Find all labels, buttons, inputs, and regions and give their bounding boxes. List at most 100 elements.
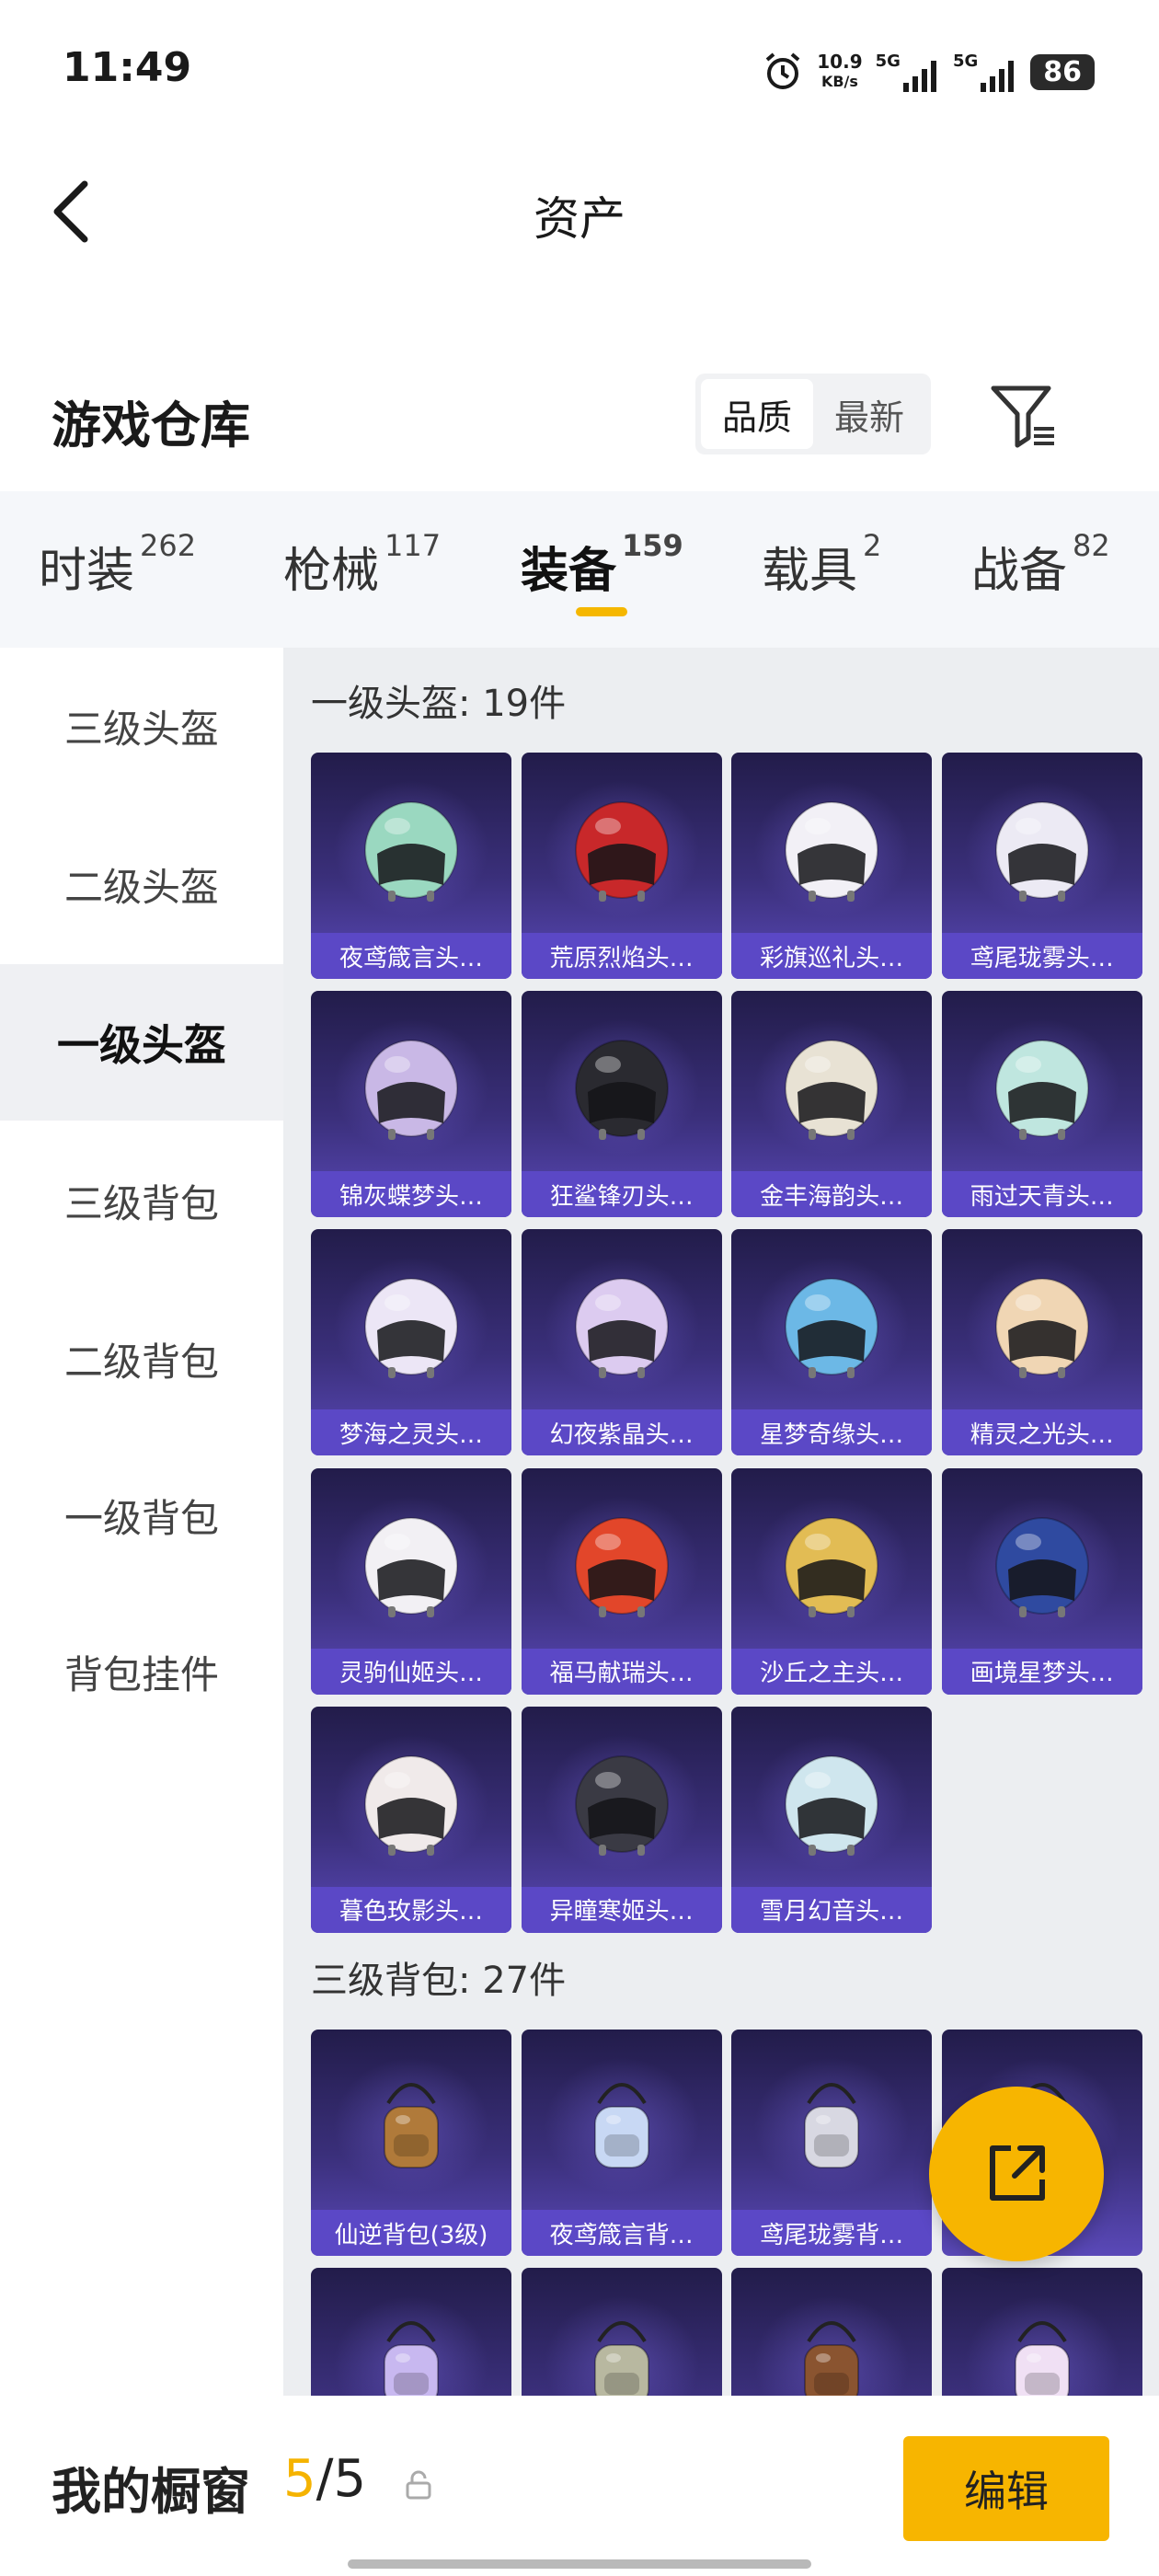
- sort-toggle: 品质 最新: [695, 374, 931, 454]
- tab-guns[interactable]: 枪械 117: [283, 528, 441, 601]
- helmet-item-name: 夜鸢箴言头…: [311, 933, 511, 979]
- helmet-item-card[interactable]: 福马献瑞头…: [521, 1467, 722, 1695]
- battery-indicator: 86: [1030, 53, 1095, 90]
- backpack-item-name: 夜鸢箴言背…: [521, 2210, 722, 2256]
- group-title-helmet-lv1: 一级头盔: 19件: [311, 683, 567, 725]
- backpack-item-card[interactable]: 夜鸢箴言背…: [521, 2030, 722, 2256]
- backpack-icon: [384, 2083, 439, 2168]
- backpack-icon: [593, 2083, 649, 2168]
- helmet-item-card[interactable]: 金丰海韵头…: [731, 991, 933, 1218]
- helmet-item-name: 星梦奇缘头…: [731, 1409, 933, 1456]
- backpack-item-card[interactable]: 鸢尾珑雾背…: [731, 2030, 933, 2256]
- helmet-item-card[interactable]: 灵驹仙姬头…: [311, 1467, 511, 1695]
- helmet-item-name: 幻夜紫晶头…: [521, 1409, 722, 1456]
- sort-option-quality[interactable]: 品质: [701, 379, 813, 449]
- backpack-item-card[interactable]: [731, 2268, 933, 2396]
- helmet-item-card[interactable]: 鸢尾珑雾头…: [941, 753, 1142, 979]
- tab-vehicles[interactable]: 载具 2: [762, 528, 881, 601]
- helmet-item-card[interactable]: 沙丘之主头…: [731, 1467, 933, 1695]
- helmet-icon: [364, 1278, 458, 1379]
- helmet-item-card[interactable]: 梦海之灵头…: [311, 1229, 511, 1456]
- helmet-item-name: 异瞳寒姬头…: [521, 1886, 722, 1933]
- helmet-item-name: 梦海之灵头…: [311, 1409, 511, 1456]
- active-tab-indicator: [576, 607, 627, 616]
- helmet-icon: [785, 1516, 879, 1617]
- helmet-item-card[interactable]: 彩旗巡礼头…: [731, 753, 933, 979]
- backpack-item-name: 仙逆背包(3级): [311, 2210, 511, 2256]
- helmet-icon: [785, 801, 879, 902]
- subcategory-sidebar: 三级头盔 二级头盔 一级头盔 三级背包 二级背包 一级背包 背包挂件: [0, 648, 283, 2396]
- helmet-icon: [574, 1754, 669, 1856]
- helmet-item-name: 彩旗巡礼头…: [731, 933, 933, 979]
- backpack-icon: [384, 2321, 439, 2396]
- tab-battle-gear[interactable]: 战备 82: [971, 528, 1110, 601]
- helmet-item-card[interactable]: 暮色玫影头…: [311, 1706, 511, 1933]
- tab-equipment[interactable]: 装备 159: [521, 528, 683, 601]
- backpack-item-card[interactable]: [521, 2268, 722, 2396]
- helmet-icon: [785, 1754, 879, 1856]
- helmet-item-card[interactable]: 星梦奇缘头…: [731, 1229, 933, 1456]
- share-button[interactable]: [929, 2087, 1104, 2261]
- helmet-item-name: 荒原烈焰头…: [521, 933, 722, 979]
- page-title: 资产: [534, 192, 625, 246]
- helmet-icon: [364, 1516, 458, 1617]
- signal-1: 5G: [876, 52, 940, 92]
- helmet-item-card[interactable]: 狂鲨锋刃头…: [521, 991, 722, 1218]
- backpack-icon: [1014, 2321, 1070, 2396]
- helmet-item-card[interactable]: 精灵之光头…: [941, 1229, 1142, 1456]
- network-speed: 10.9 KB/s: [817, 51, 863, 90]
- backpack-item-card[interactable]: [311, 2268, 511, 2396]
- helmet-icon: [994, 1278, 1089, 1379]
- helmet-item-card[interactable]: 雨过天青头…: [941, 991, 1142, 1218]
- showcase-bar: 我的橱窗 5/5 编辑: [0, 2396, 1159, 2576]
- section-title: 游戏仓库: [52, 397, 250, 454]
- sidebar-item-helmet-lv2[interactable]: 二级头盔: [0, 806, 283, 962]
- category-tabs: 时装 262 枪械 117 装备 159 载具 2 战备 82: [0, 491, 1159, 648]
- backpack-item-name: 鸢尾珑雾背…: [731, 2210, 933, 2256]
- helmet-item-card[interactable]: 异瞳寒姬头…: [521, 1706, 722, 1933]
- helmet-item-card[interactable]: 雪月幻音头…: [731, 1706, 933, 1933]
- backpack-icon: [804, 2083, 860, 2168]
- helmet-item-name: 锦灰蝶梦头…: [311, 1171, 511, 1218]
- helmet-item-name: 福马献瑞头…: [521, 1648, 722, 1695]
- helmet-item-card[interactable]: 夜鸢箴言头…: [311, 753, 511, 979]
- home-indicator[interactable]: [348, 2559, 811, 2569]
- helmet-icon: [364, 1040, 458, 1141]
- tab-fashion[interactable]: 时装 262: [39, 528, 196, 601]
- showcase-count: 5/5: [283, 2449, 367, 2509]
- sidebar-item-backpack-lv3[interactable]: 三级背包: [0, 1122, 283, 1279]
- sidebar-item-backpack-charm[interactable]: 背包挂件: [0, 1593, 283, 1750]
- helmet-icon: [994, 1040, 1089, 1141]
- sidebar-item-backpack-lv2[interactable]: 二级背包: [0, 1281, 283, 1437]
- helmet-icon: [994, 1516, 1089, 1617]
- helmet-item-name: 雪月幻音头…: [731, 1886, 933, 1933]
- backpack-item-card[interactable]: 仙逆背包(3级): [311, 2030, 511, 2256]
- signal-bars-icon: [981, 61, 1015, 92]
- sidebar-item-helmet-lv3[interactable]: 三级头盔: [0, 648, 283, 804]
- status-bar: 11:49 10.9 KB/s 5G 5G 86: [0, 0, 1159, 138]
- sort-option-newest[interactable]: 最新: [813, 379, 925, 449]
- sidebar-item-backpack-lv1[interactable]: 一级背包: [0, 1437, 283, 1593]
- helmet-icon: [785, 1040, 879, 1141]
- helmet-item-card[interactable]: 锦灰蝶梦头…: [311, 991, 511, 1218]
- helmet-icon: [785, 1278, 879, 1379]
- helmet-icon: [994, 801, 1089, 902]
- helmet-icon: [574, 801, 669, 902]
- showcase-title: 我的橱窗: [52, 2463, 250, 2521]
- edit-button[interactable]: 编辑: [903, 2436, 1109, 2541]
- helmet-item-card[interactable]: 画境星梦头…: [941, 1467, 1142, 1695]
- helmet-item-name: 沙丘之主头…: [731, 1648, 933, 1695]
- helmet-item-name: 雨过天青头…: [941, 1171, 1142, 1218]
- helmet-item-card[interactable]: 荒原烈焰头…: [521, 753, 722, 979]
- helmet-icon: [574, 1278, 669, 1379]
- backpack-icon: [804, 2321, 860, 2396]
- helmet-item-name: 画境星梦头…: [941, 1648, 1142, 1695]
- filter-icon[interactable]: [988, 381, 1058, 451]
- sidebar-item-helmet-lv1[interactable]: 一级头盔: [0, 964, 283, 1121]
- helmet-item-name: 精灵之光头…: [941, 1409, 1142, 1456]
- status-icons: 10.9 KB/s 5G 5G 86: [762, 44, 1095, 99]
- backpack-item-card[interactable]: [941, 2268, 1142, 2396]
- helmet-item-card[interactable]: 幻夜紫晶头…: [521, 1229, 722, 1456]
- share-icon: [990, 2145, 1045, 2201]
- helmet-icon: [574, 1516, 669, 1617]
